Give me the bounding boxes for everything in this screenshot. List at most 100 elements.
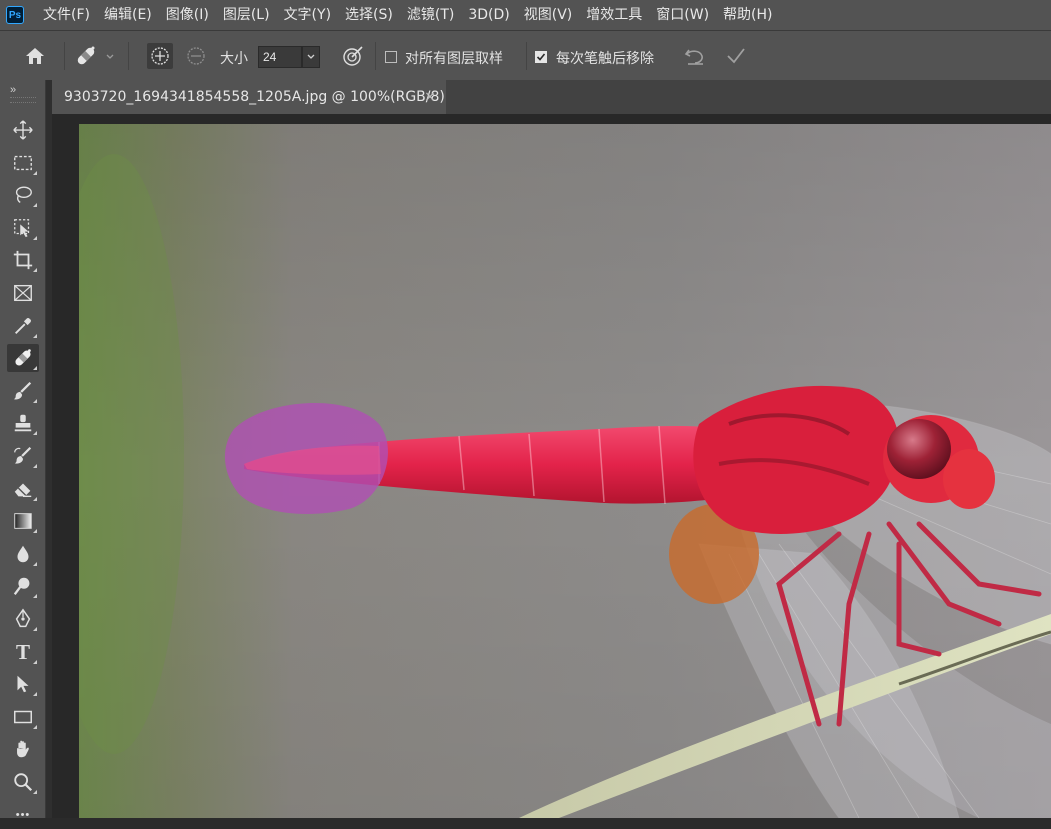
collapse-toggle[interactable]: » bbox=[10, 84, 16, 96]
submenu-indicator bbox=[33, 627, 37, 631]
separator bbox=[375, 42, 376, 70]
blur-tool[interactable] bbox=[7, 540, 39, 568]
size-dropdown-button[interactable] bbox=[302, 46, 320, 68]
hand-tool[interactable] bbox=[7, 735, 39, 763]
sample-all-layers-label: 对所有图层取样 bbox=[405, 51, 503, 67]
sample-all-layers-checkbox[interactable] bbox=[385, 51, 397, 63]
stamp-icon bbox=[14, 414, 32, 432]
reset-button[interactable] bbox=[682, 43, 708, 69]
dodge-tool[interactable] bbox=[7, 572, 39, 600]
submenu-indicator bbox=[33, 268, 37, 272]
pressure-size-button[interactable] bbox=[340, 43, 366, 69]
menu-image[interactable]: 图像(I) bbox=[159, 0, 216, 30]
separator bbox=[64, 42, 65, 70]
undo-icon bbox=[684, 49, 703, 65]
healing-brush-tool[interactable] bbox=[7, 344, 39, 372]
submenu-indicator bbox=[33, 334, 37, 338]
submenu-indicator bbox=[33, 529, 37, 533]
menu-type[interactable]: 文字(Y) bbox=[277, 0, 338, 30]
crop-tool[interactable] bbox=[7, 246, 39, 274]
submenu-indicator bbox=[33, 366, 37, 370]
rectangle-tool[interactable] bbox=[7, 703, 39, 731]
menu-view[interactable]: 视图(V) bbox=[517, 0, 580, 30]
size-input[interactable]: 24 bbox=[258, 46, 302, 68]
menu-3d[interactable]: 3D(D) bbox=[461, 0, 516, 30]
menu-layer[interactable]: 图层(L) bbox=[216, 0, 277, 30]
menu-plugins[interactable]: 增效工具 bbox=[579, 0, 649, 30]
menu-filter[interactable]: 滤镜(T) bbox=[400, 0, 461, 30]
type-icon: T bbox=[15, 639, 30, 664]
clone-stamp-tool[interactable] bbox=[7, 409, 39, 437]
submenu-indicator bbox=[33, 236, 37, 240]
mode-subtract-button[interactable] bbox=[183, 43, 209, 69]
brush-icon bbox=[13, 381, 32, 400]
checkmark-icon bbox=[727, 48, 745, 64]
hand-icon bbox=[17, 740, 29, 758]
submenu-indicator bbox=[33, 594, 37, 598]
remove-after-stroke-label: 每次笔触后移除 bbox=[556, 51, 654, 67]
path-selection-tool[interactable] bbox=[7, 670, 39, 698]
menu-window[interactable]: 窗口(W) bbox=[649, 0, 716, 30]
lasso-tool[interactable] bbox=[7, 181, 39, 209]
submenu-indicator bbox=[33, 725, 37, 729]
submenu-indicator bbox=[33, 203, 37, 207]
plus-circle-icon bbox=[151, 47, 169, 65]
panel-grip[interactable] bbox=[10, 97, 36, 103]
menu-help[interactable]: 帮助(H) bbox=[716, 0, 779, 30]
minus-circle-icon bbox=[187, 47, 205, 65]
eyedropper-tool[interactable] bbox=[7, 312, 39, 340]
zoom-tool[interactable] bbox=[7, 768, 39, 796]
object-selection-tool[interactable] bbox=[7, 214, 39, 242]
dodge-icon bbox=[13, 577, 30, 595]
separator bbox=[128, 42, 129, 70]
checkmark-icon bbox=[536, 53, 546, 61]
submenu-indicator bbox=[33, 431, 37, 435]
menu-file[interactable]: 文件(F) bbox=[36, 0, 97, 30]
tool-preset-picker[interactable] bbox=[73, 43, 99, 69]
more-icon: ••• bbox=[15, 809, 31, 821]
pen-tool[interactable] bbox=[7, 605, 39, 633]
home-icon bbox=[26, 48, 44, 64]
eraser-tool[interactable] bbox=[7, 475, 39, 503]
pen-pressure-icon bbox=[343, 46, 363, 66]
arrow-icon bbox=[17, 675, 29, 693]
document-tab[interactable]: 9303720_1694341854558_1205A.jpg @ 100%(R… bbox=[52, 80, 446, 114]
menu-edit[interactable]: 编辑(E) bbox=[97, 0, 159, 30]
brush-tool[interactable] bbox=[7, 377, 39, 405]
more-tools[interactable]: ••• bbox=[7, 801, 39, 829]
submenu-indicator bbox=[33, 171, 37, 175]
marquee-tool[interactable] bbox=[7, 149, 39, 177]
eyedropper-icon bbox=[15, 318, 31, 334]
submenu-indicator bbox=[33, 497, 37, 501]
submenu-indicator bbox=[33, 692, 37, 696]
type-tool[interactable]: T bbox=[7, 638, 39, 666]
drop-icon bbox=[17, 545, 29, 563]
menu-bar: Ps 文件(F) 编辑(E) 图像(I) 图层(L) 文字(Y) 选择(S) 滤… bbox=[0, 0, 1051, 30]
tab-close-button[interactable]: × bbox=[422, 89, 438, 105]
remove-after-stroke-checkbox[interactable] bbox=[535, 51, 547, 63]
close-icon: × bbox=[424, 89, 436, 105]
move-tool[interactable] bbox=[7, 116, 39, 144]
menu-select[interactable]: 选择(S) bbox=[338, 0, 400, 30]
submenu-indicator bbox=[33, 660, 37, 664]
separator bbox=[526, 42, 527, 70]
frame-tool[interactable] bbox=[7, 279, 39, 307]
chevron-down-icon bbox=[307, 54, 315, 59]
bandage-icon bbox=[15, 349, 31, 366]
history-brush-tool[interactable] bbox=[7, 442, 39, 470]
submenu-indicator bbox=[33, 399, 37, 403]
tools-panel: » T ••• bbox=[0, 80, 46, 821]
commit-button[interactable] bbox=[723, 43, 749, 69]
gradient-tool[interactable] bbox=[7, 507, 39, 535]
document-tab-title: 9303720_1694341854558_1205A.jpg @ 100%(R… bbox=[64, 89, 445, 105]
mode-add-button[interactable] bbox=[147, 43, 173, 69]
submenu-indicator bbox=[33, 562, 37, 566]
home-button[interactable] bbox=[22, 43, 48, 69]
dragonfly-photo bbox=[79, 124, 1051, 818]
bandage-icon bbox=[77, 46, 95, 65]
chevron-down-icon[interactable] bbox=[105, 49, 115, 67]
rectangle-icon bbox=[14, 710, 32, 724]
image-canvas[interactable] bbox=[79, 124, 1051, 818]
photoshop-logo: Ps bbox=[6, 6, 24, 24]
lasso-icon bbox=[15, 186, 32, 203]
